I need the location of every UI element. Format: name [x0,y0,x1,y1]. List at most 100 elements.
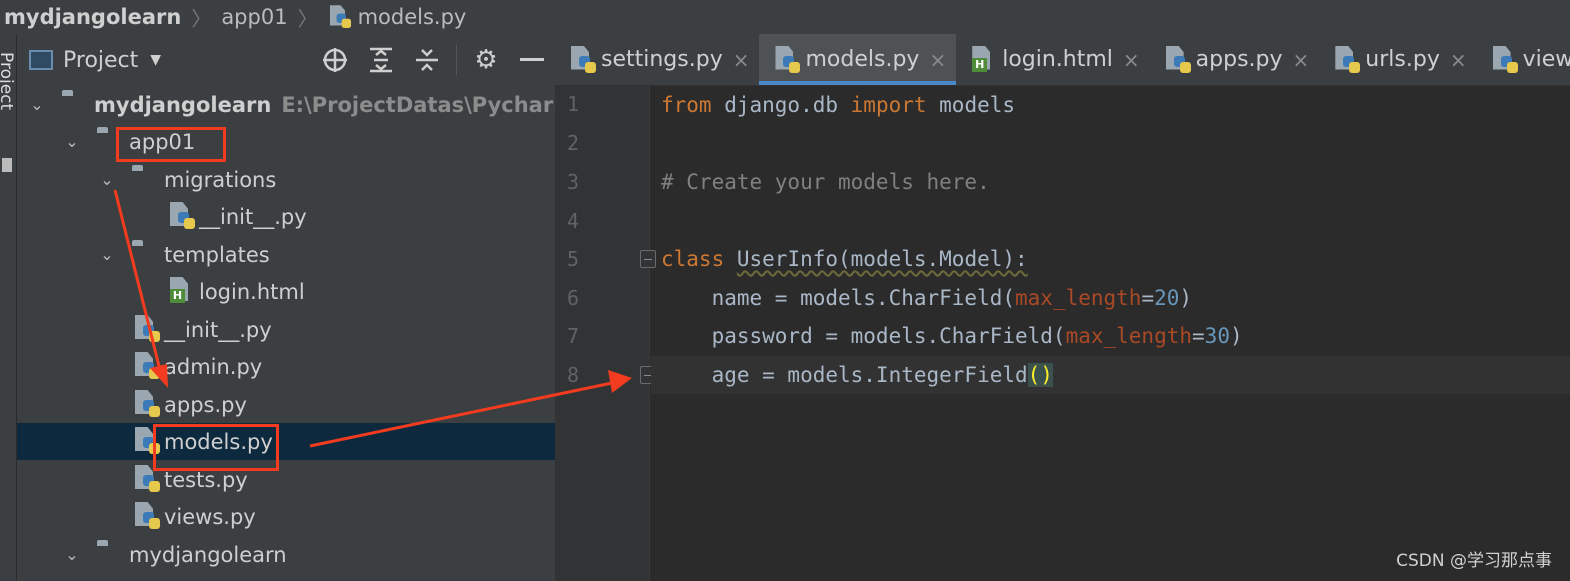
tree-item-label: mydjangolearn [129,542,287,567]
tab-settings-py[interactable]: settings.py × [555,34,759,85]
line-number: 5 [567,247,580,271]
line-number: 3 [567,170,580,194]
tree-row-file[interactable]: apps.py [17,386,555,423]
tree-row-migrations[interactable]: ⌄ migrations [17,161,555,198]
breadcrumb-folder[interactable]: app01 [221,5,287,29]
html-file-icon: H [972,45,996,74]
code-line: from django.db import models [661,93,1016,117]
python-file-icon [571,45,596,74]
folder-icon [62,94,88,120]
tab-label: settings.py [601,47,723,72]
package-folder-icon [97,544,123,570]
watermark: CSDN @学习那点事 [1396,551,1552,571]
tree-row-file-selected[interactable]: models.py [17,423,555,460]
tab-urls-py[interactable]: urls.py × [1319,34,1476,85]
close-icon[interactable]: × [733,48,750,72]
chevron-down-icon[interactable]: ⌄ [62,132,82,151]
tree-row-root[interactable]: ⌄ mydjangolearnE:\ProjectDatas\PycharmPr… [17,86,555,123]
breadcrumb-project[interactable]: mydjangolearn [4,5,181,29]
line-number: 1 [567,92,580,116]
package-folder-icon [132,169,158,195]
minimize-icon[interactable] [509,34,555,86]
close-icon[interactable]: × [1293,48,1310,72]
tree-row-templates[interactable]: ⌄ templates [17,236,555,273]
code-editor[interactable]: from django.db import models # Create yo… [651,86,1570,581]
line-number: 4 [567,209,580,233]
tree-row-file[interactable]: admin.py [17,348,555,385]
tab-apps-py[interactable]: apps.py × [1150,34,1320,85]
line-number: 7 [567,324,580,348]
tab-label: login.html [1002,47,1113,72]
html-file-icon: H [170,277,196,303]
breadcrumb-separator: 〉 [191,6,212,31]
structure-icon[interactable] [2,158,12,172]
chevron-down-icon[interactable]: ⌄ [97,245,117,264]
crosshair-icon[interactable] [312,34,358,86]
editor-area: settings.py × models.py × H login.html ×… [555,34,1570,581]
project-panel: Project ▼ ⚙ ⌄ mydjangolearn E:\ProjectDat… [17,34,555,581]
code-line: # Create your models here. [661,170,990,194]
breadcrumb: mydjangolearn 〉 app01 〉 models.py [0,0,1570,34]
root-folder-label: mydjangolearnE:\ProjectDatas\PycharmPro [94,93,555,117]
tab-label: urls.py [1365,47,1440,72]
tab-login-html[interactable]: H login.html × [956,34,1149,85]
python-file-icon [135,352,161,379]
tree-item-label: admin.py [164,354,263,379]
python-file-icon [329,5,351,29]
close-icon[interactable]: × [929,48,946,72]
tab-label: apps.py [1195,47,1283,72]
tree-item-label: __init__.py [199,204,307,229]
tab-views-py[interactable]: views.py [1477,34,1570,85]
breadcrumb-separator: 〉 [297,6,318,31]
python-file-icon [1335,45,1361,74]
editor-gutter[interactable]: 1 2 3 4 5 6 7 8 [555,86,694,581]
python-file-icon [170,202,196,229]
root-folder-path: E:\ProjectDatas\PycharmPro [281,92,555,117]
python-file-icon [135,502,161,529]
chevron-down-icon[interactable]: ⌄ [97,170,117,189]
python-file-icon [775,45,801,74]
close-icon[interactable]: × [1123,48,1140,72]
expand-all-icon[interactable] [358,34,404,86]
chevron-down-icon[interactable]: ⌄ [27,95,47,114]
chevron-down-icon[interactable]: ⌄ [62,545,82,564]
tree-row-package[interactable]: ⌄ mydjangolearn [17,536,555,573]
tree-item-label: __init__.py [164,317,272,342]
project-tool-window-button[interactable]: Project [0,52,16,110]
code-line: name = models.CharField(max_length=20) [661,286,1193,310]
line-number: 8 [567,363,580,387]
python-file-icon [1165,45,1191,74]
chevron-down-icon[interactable]: ▼ [150,52,161,68]
folder-icon [132,244,158,270]
collapse-all-icon[interactable] [404,34,450,86]
tree-row-file[interactable]: __init__.py [17,311,555,348]
editor-tabs: settings.py × models.py × H login.html ×… [555,34,1570,86]
toolbar-divider [456,45,457,75]
project-panel-header: Project ▼ ⚙ [17,34,555,86]
breadcrumb-file[interactable]: models.py [328,3,466,31]
close-icon[interactable]: × [1450,48,1467,72]
tree-item-label: templates [164,242,270,267]
code-line: password = models.CharField(max_length=3… [661,324,1243,348]
tab-label: views.py [1522,47,1570,72]
tab-label: models.py [805,47,920,72]
line-number: 2 [567,131,580,155]
tree-row-file[interactable]: __init__.py [17,198,555,235]
tree-row-file[interactable]: H login.html [17,273,555,310]
tree-item-label: apps.py [164,392,247,417]
code-line: class UserInfo(models.Model): [661,247,1028,271]
tree-row-app01[interactable]: ⌄ app01 [17,123,555,160]
python-file-icon [135,390,161,417]
project-view-title[interactable]: Project [63,48,138,73]
tab-models-py[interactable]: models.py × [759,34,957,85]
tool-window-strip: Project [0,34,17,581]
tree-row-file[interactable]: tests.py [17,461,555,498]
tree-row-file[interactable]: views.py [17,498,555,535]
python-file-icon [1492,45,1518,74]
line-number: 6 [567,286,580,310]
code-line-current: age = models.IntegerField() [651,356,1570,394]
gear-icon[interactable]: ⚙ [463,34,509,86]
annotation-box-models [153,424,279,471]
